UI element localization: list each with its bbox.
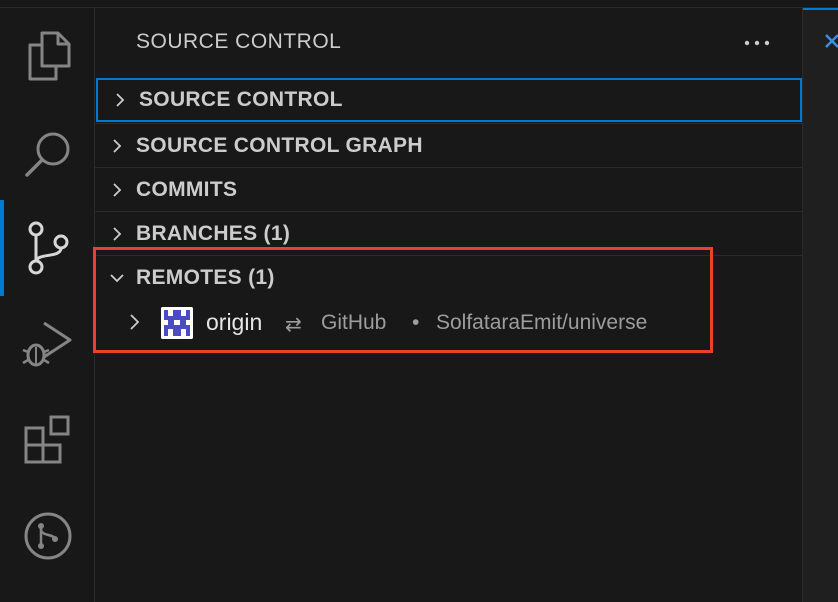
section-remotes[interactable]: REMOTES (1) — [95, 255, 802, 299]
chevron-right-icon — [116, 93, 125, 107]
editor-tab[interactable] — [803, 8, 838, 78]
chevron-right-icon — [130, 314, 140, 330]
section-label: BRANCHES (1) — [136, 221, 291, 245]
section-source-control-graph[interactable]: SOURCE CONTROL GRAPH — [95, 123, 802, 167]
editor-area — [803, 8, 838, 602]
remote-repo: SolfataraEmit/universe — [436, 311, 648, 334]
activity-run-debug[interactable] — [0, 296, 95, 392]
vscode-window: SOURCE CONTROL SOURCE CONTROL SOURCE CON… — [0, 0, 838, 602]
title-bar-edge — [0, 0, 838, 8]
section-branches[interactable]: BRANCHES (1) — [95, 211, 802, 255]
extensions-icon — [24, 415, 69, 464]
activity-explorer[interactable] — [0, 8, 95, 104]
remote-provider: GitHub — [321, 311, 387, 334]
section-source-control[interactable]: SOURCE CONTROL — [96, 78, 802, 122]
close-icon[interactable] — [823, 32, 838, 50]
avatar — [161, 307, 193, 339]
files-icon — [28, 31, 70, 81]
separator-dot: • — [412, 311, 420, 334]
activity-bar — [0, 8, 95, 602]
remote-item-origin[interactable]: origin ⇄ GitHub • SolfataraEmit/universe — [95, 300, 802, 344]
section-label: REMOTES (1) — [136, 265, 275, 289]
run-debug-icon — [21, 321, 71, 367]
source-control-icon — [28, 221, 68, 275]
search-icon — [24, 132, 69, 177]
more-actions-button[interactable] — [741, 28, 773, 58]
source-control-sidebar: SOURCE CONTROL SOURCE CONTROL SOURCE CON… — [95, 8, 803, 602]
ellipsis-icon — [744, 40, 770, 46]
sidebar-title: SOURCE CONTROL — [136, 30, 342, 53]
section-label: SOURCE CONTROL — [139, 88, 343, 111]
activity-git-graph[interactable] — [0, 488, 95, 584]
remote-name: origin — [206, 309, 263, 335]
chevron-right-icon — [113, 226, 122, 241]
chevron-right-icon — [113, 182, 122, 197]
section-label: COMMITS — [136, 177, 238, 201]
section-commits[interactable]: COMMITS — [95, 167, 802, 211]
activity-source-control[interactable] — [0, 200, 95, 296]
chevron-down-icon — [110, 273, 124, 282]
chevron-right-icon — [113, 138, 122, 153]
activity-search[interactable] — [0, 106, 95, 202]
sync-arrows-icon: ⇄ — [285, 314, 302, 336]
activity-extensions[interactable] — [0, 392, 95, 488]
git-pull-request-icon — [24, 512, 71, 560]
section-label: SOURCE CONTROL GRAPH — [136, 133, 423, 157]
